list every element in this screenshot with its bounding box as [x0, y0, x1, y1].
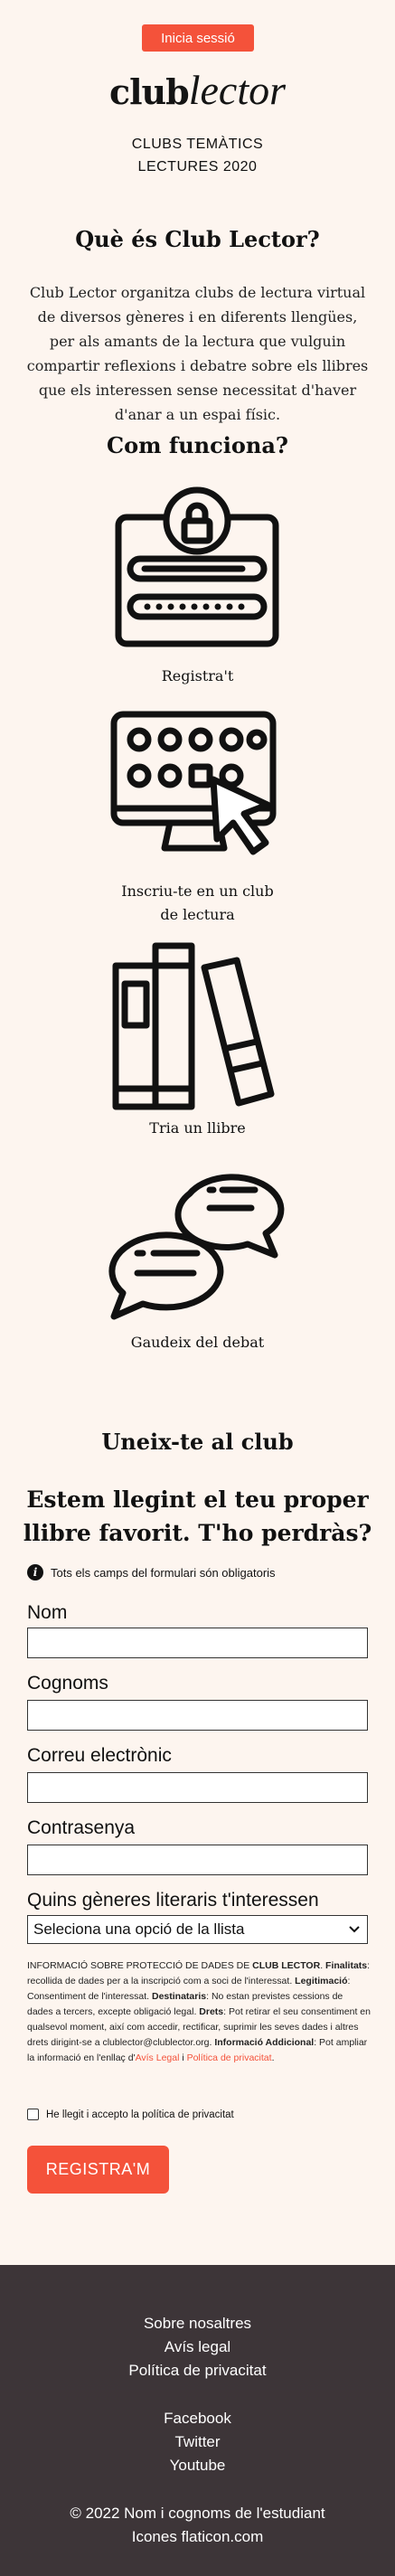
login-button[interactable]: Inicia sessió — [142, 24, 254, 52]
join-subtitle-line1: Estem llegint el teu proper — [26, 1486, 369, 1513]
step-label-enjoy-debate: Gaudeix del debat — [130, 1334, 265, 1351]
register-button[interactable]: REGISTRA'M — [27, 2146, 169, 2194]
step-label-line1: Inscriu-te en un club — [121, 882, 274, 900]
genres-label: Quins gèneres literaris t'interessen — [27, 1890, 319, 1911]
footer-credits[interactable]: Icones flaticon.com — [0, 2528, 395, 2546]
logo[interactable]: clublector — [0, 66, 395, 114]
accept-checkbox[interactable] — [27, 2109, 39, 2120]
drets-label: Drets — [199, 2006, 224, 2017]
step-label-line2: de lectura — [160, 906, 235, 923]
destinataris-label: Destinataris — [152, 1991, 207, 2002]
books-icon — [112, 942, 275, 1110]
surname-input[interactable] — [27, 1700, 368, 1731]
chevron-down-icon — [349, 1926, 360, 1933]
registration-form-icon — [115, 486, 279, 647]
accept-label: He llegit i accepto la política de priva… — [46, 2109, 234, 2120]
finalitats-label: Finalitats — [325, 1960, 368, 1971]
subtitle-line2: LECTURES 2020 — [137, 159, 258, 175]
privacy-heading: INFORMACIÓ SOBRE PROTECCIÓ DE DADES DE — [27, 1960, 250, 1971]
privacy-brand: CLUB LECTOR — [252, 1960, 321, 1971]
join-subtitle: Estem llegint el teu proper llibre favori… — [0, 1483, 395, 1550]
accept-privacy[interactable]: He llegit i accepto la política de priva… — [27, 2109, 234, 2120]
logo-part1: club — [108, 71, 190, 112]
genres-select-value: Seleciona una opció de la llista — [33, 1920, 245, 1938]
footer-link-youtube[interactable]: Youtube — [0, 2457, 395, 2475]
info-label: Informació Addicional — [214, 2037, 315, 2048]
name-input[interactable] — [27, 1628, 368, 1658]
footer-link-privacy[interactable]: Política de privacitat — [0, 2362, 395, 2380]
how-title: Com funciona? — [107, 432, 288, 458]
about-title: Què és Club Lector? — [75, 226, 320, 252]
email-label: Correu electrònic — [27, 1745, 172, 1766]
chat-bubbles-icon — [108, 1174, 285, 1320]
surname-label: Cognoms — [27, 1673, 108, 1694]
step-label-register: Registra't — [161, 667, 234, 684]
footer-link-legal[interactable]: Avís legal — [0, 2338, 395, 2356]
name-label: Nom — [27, 1602, 68, 1623]
password-input[interactable] — [27, 1845, 368, 1875]
join-subtitle-line2: llibre favorit. T'ho perdràs? — [23, 1520, 372, 1546]
step-label-join-club: Inscriu-te en un club de lectura — [0, 880, 395, 927]
legal-notice-link[interactable]: Avís Legal — [136, 2052, 180, 2063]
select-club-icon — [110, 711, 277, 855]
footer: Sobre nosaltres Avís legal Política de p… — [0, 2265, 395, 2576]
subtitle-line1: CLUBS TEMÀTICS — [131, 137, 264, 152]
required-note: i Tots els camps del formulari són oblig… — [27, 1564, 276, 1581]
privacy-info: INFORMACIÓ SOBRE PROTECCIÓ DE DADES DE C… — [27, 1960, 371, 2063]
footer-link-facebook[interactable]: Facebook — [0, 2410, 395, 2428]
end-text: . — [271, 2052, 275, 2063]
info-icon: i — [27, 1564, 43, 1581]
logo-part2: lector — [188, 67, 287, 113]
password-label: Contrasenya — [27, 1817, 136, 1838]
legitimacio-label: Legitimació — [295, 1976, 348, 1986]
privacy-policy-link[interactable]: Política de privacitat — [187, 2052, 272, 2063]
required-note-text: Tots els camps del formulari són obligat… — [51, 1565, 276, 1580]
join-title: Uneix-te al club — [101, 1429, 294, 1455]
footer-copyright: © 2022 Nom i cognoms de l'estudiant — [70, 2505, 325, 2522]
and-text: i — [179, 2052, 187, 2063]
genres-select[interactable]: Seleciona una opció de la llista — [27, 1915, 368, 1944]
about-text: Club Lector organitza clubs de lectura v… — [26, 284, 369, 423]
step-label-choose-book: Tria un llibre — [149, 1119, 246, 1137]
footer-link-twitter[interactable]: Twitter — [0, 2433, 395, 2451]
footer-link-about[interactable]: Sobre nosaltres — [0, 2315, 395, 2333]
email-input[interactable] — [27, 1772, 368, 1803]
